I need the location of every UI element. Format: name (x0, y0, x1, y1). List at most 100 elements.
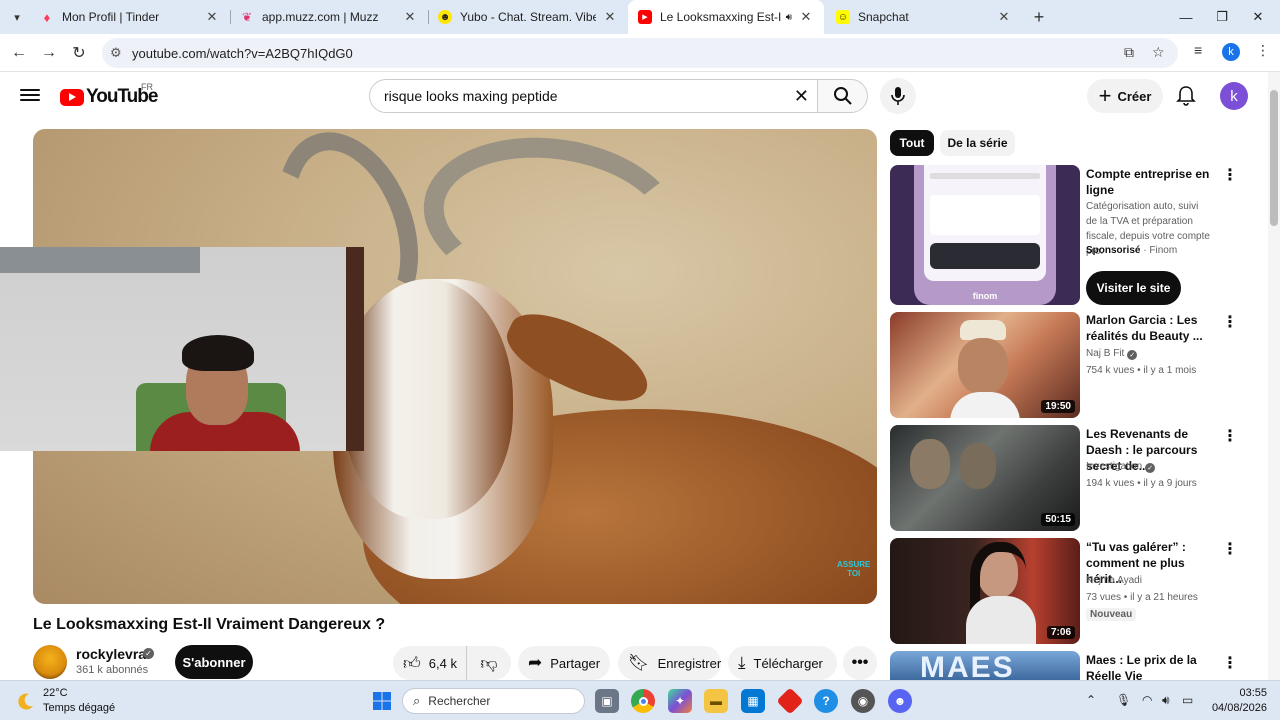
create-button[interactable]: + Créer (1087, 79, 1163, 113)
forward-arrow-icon[interactable]: → (36, 40, 62, 66)
minimize-icon[interactable]: — (1166, 0, 1206, 34)
channel-avatar[interactable] (33, 645, 67, 679)
video-thumbnail[interactable]: 50:15 (890, 425, 1080, 531)
close-icon[interactable]: ✕ (402, 9, 418, 25)
microphone-tray-icon[interactable]: 🎙︎ (1116, 693, 1131, 707)
more-actions-button[interactable]: ••• (843, 646, 877, 680)
recommendation-title[interactable]: Marlon Garcia : Les réalités du Beauty .… (1086, 312, 1216, 344)
address-bar[interactable]: ⚙︎ youtube.com/watch?v=A2BQ7hIQdG0 ⧉ ☆ (102, 38, 1178, 68)
browser-profile-avatar[interactable]: k (1222, 43, 1240, 61)
browser-tab-snapchat[interactable]: ☺ Snapchat ✕ (826, 0, 1022, 34)
back-arrow-icon[interactable]: ← (6, 40, 32, 66)
close-icon[interactable]: ✕ (996, 9, 1012, 25)
recommendation-meta: 73 vues • il y a 21 heures (1086, 592, 1198, 603)
volume-icon[interactable]: 🔊︎ (1162, 693, 1170, 708)
download-button[interactable]: ⤓ Télécharger (728, 646, 837, 680)
clear-search-icon[interactable]: ✕ (794, 86, 809, 107)
voice-search-button[interactable] (880, 78, 916, 114)
user-avatar[interactable]: k (1220, 82, 1248, 110)
copilot-icon[interactable]: ✦ (668, 689, 692, 713)
face-shape (960, 443, 996, 489)
visit-site-button[interactable]: Visiter le site (1086, 271, 1181, 305)
search-button[interactable] (817, 79, 868, 113)
browser-tab-muzz[interactable]: ❦ app.muzz.com | Muzz ✕ (230, 0, 428, 34)
close-window-icon[interactable]: ✕ (1238, 0, 1278, 34)
ad-title[interactable]: Compte entreprise en ligne (1086, 166, 1216, 198)
restore-icon[interactable]: ❐ (1202, 0, 1242, 34)
weather-description[interactable]: Temps dégagé (43, 702, 115, 714)
anydesk-icon[interactable] (776, 687, 804, 715)
ad-thumbnail[interactable]: finom (890, 165, 1080, 305)
video-menu-kebab-icon[interactable]: ⋮ (1222, 315, 1238, 331)
video-thumbnail[interactable]: 7:06 (890, 538, 1080, 644)
browser-tab-youtube[interactable]: ▶ Le Looksmaxxing Est-Il Vrai 🔊︎ ✕ (628, 0, 824, 34)
thumbs-up-icon: 👍︎ (403, 653, 421, 673)
recommendation-meta: 194 k vues • il y a 9 jours (1086, 478, 1197, 489)
search-query-text[interactable]: risque looks maxing peptide (384, 88, 558, 104)
dislike-button[interactable]: 👎︎ (467, 653, 511, 674)
tab-label: Mon Profil | Tinder (62, 10, 160, 24)
new-tab-plus-icon[interactable]: + (1028, 6, 1050, 28)
recommendation-title[interactable]: Maes : Le prix de la Réelle Vie (1086, 652, 1216, 680)
save-button[interactable]: 🔖︎ Enregistrer (618, 646, 721, 680)
hamburger-menu-icon[interactable] (20, 86, 40, 106)
chip-all[interactable]: Tout (890, 130, 934, 156)
taskbar-search-input[interactable]: ⌕ Rechercher (402, 688, 585, 714)
microsoft-store-icon[interactable]: ▦ (741, 689, 765, 713)
chip-from-series[interactable]: De la série (940, 130, 1015, 156)
video-menu-kebab-icon[interactable]: ⋮ (1222, 542, 1238, 558)
recommendation-channel[interactable]: Nejma Ayadi (1086, 575, 1142, 586)
url-text[interactable]: youtube.com/watch?v=A2BQ7hIQdG0 (132, 46, 353, 61)
tray-chevron-icon[interactable]: ⌃ (1086, 693, 1096, 707)
site-settings-icon[interactable]: ⚙︎ (110, 45, 122, 61)
subscribe-button[interactable]: S'abonner (175, 645, 253, 679)
obs-icon[interactable]: ◉ (851, 689, 875, 713)
video-menu-kebab-icon[interactable]: ⋮ (1222, 656, 1238, 672)
recommendation-channel[interactable]: Investigation ✓ (1086, 461, 1156, 473)
wifi-icon[interactable]: ◠ (1142, 693, 1152, 707)
speaker-icon[interactable]: 🔊︎ (786, 12, 792, 23)
discord-icon[interactable]: ☻ (888, 689, 912, 713)
battery-icon[interactable]: ▭ (1182, 693, 1193, 707)
youtube-icon: ▶ (638, 10, 652, 24)
phone-mockup: finom (914, 165, 1056, 305)
notifications-bell-icon[interactable] (1174, 84, 1198, 108)
browser-tab-yubo[interactable]: ☻ Yubo - Chat. Stream. Vibe. ✕ (428, 0, 628, 34)
temperature[interactable]: 22°C (43, 687, 68, 699)
video-thumbnail[interactable]: 19:50 (890, 312, 1080, 418)
help-icon[interactable]: ? (814, 689, 838, 713)
recommendation-channel[interactable]: Naj B Fit ✓ (1086, 348, 1138, 360)
advertiser-name: Finom (1149, 245, 1178, 256)
video-menu-kebab-icon[interactable]: ⋮ (1222, 429, 1238, 445)
channel-name[interactable]: rockylevrai (76, 646, 150, 662)
close-icon[interactable]: ✕ (204, 9, 220, 25)
task-view-icon[interactable]: ▣ (595, 689, 619, 713)
media-queue-icon[interactable]: ≡ (1194, 42, 1202, 58)
share-button[interactable]: ➦ Partager (518, 646, 610, 680)
file-explorer-icon[interactable]: ▬ (704, 689, 728, 713)
browser-tab-tinder[interactable]: ♦ Mon Profil | Tinder ✕ (30, 0, 230, 34)
like-count: 6,4 k (428, 655, 457, 671)
bookmark-star-icon[interactable]: ☆ (1152, 44, 1165, 61)
scrollbar-thumb[interactable] (1270, 90, 1278, 226)
chrome-icon[interactable] (631, 689, 655, 713)
taskbar-time[interactable]: 03:55 (1227, 687, 1267, 699)
install-app-icon[interactable]: ⧉ (1124, 44, 1134, 61)
browser-menu-kebab-icon[interactable]: ⋮ (1256, 42, 1270, 59)
microphone-icon (891, 87, 905, 105)
search-input[interactable]: risque looks maxing peptide ✕ (369, 79, 817, 113)
search-bar: risque looks maxing peptide ✕ (369, 79, 868, 113)
close-icon[interactable]: ✕ (602, 9, 618, 25)
ad-menu-kebab-icon[interactable]: ⋮ (1222, 168, 1238, 184)
youtube-logo[interactable]: YouTube FR (60, 82, 158, 108)
windows-start-icon[interactable] (370, 689, 394, 713)
reload-icon[interactable]: ↻ (66, 40, 92, 66)
like-button[interactable]: 👍︎ 6,4 k (393, 646, 467, 680)
video-thumbnail[interactable]: MAES (890, 651, 1080, 680)
verified-check-icon: ✓ (143, 648, 154, 659)
tab-search-chevron-icon[interactable]: ▾ (6, 6, 28, 28)
moon-weather-icon[interactable] (16, 691, 36, 711)
subscriber-count: 361 k abonnés (76, 664, 149, 676)
taskbar-date[interactable]: 04/08/2026 (1207, 702, 1267, 714)
close-icon[interactable]: ✕ (798, 9, 814, 25)
